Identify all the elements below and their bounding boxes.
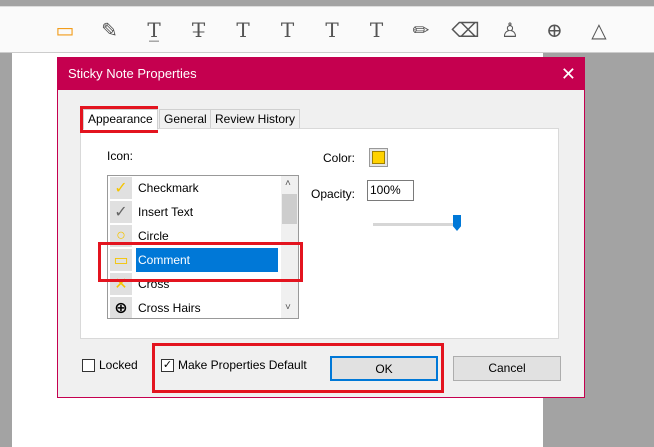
- attach-file-icon[interactable]: ⊕: [540, 15, 570, 45]
- pencil-icon[interactable]: ✏: [406, 15, 436, 45]
- scroll-thumb[interactable]: [282, 194, 297, 224]
- add-text-icon[interactable]: T: [317, 15, 347, 45]
- checkmark-icon: ✓: [110, 177, 132, 199]
- locked-label: Locked: [99, 358, 138, 372]
- tab-appearance[interactable]: Appearance: [83, 109, 158, 130]
- opacity-input[interactable]: 100%: [367, 180, 414, 201]
- strikethrough-text-icon[interactable]: T̶: [184, 15, 214, 45]
- highlight-icon[interactable]: ✎: [95, 15, 125, 45]
- insert-text-icon: ✓: [110, 201, 132, 223]
- scroll-down-icon: ˅: [285, 302, 291, 313]
- icon-list-item[interactable]: ✓ Insert Text: [108, 200, 282, 224]
- insert-text-icon[interactable]: T: [273, 15, 303, 45]
- highlight-comment-item: [98, 242, 303, 282]
- tab-review-history[interactable]: Review History: [210, 109, 301, 129]
- eraser-icon[interactable]: ⌫: [451, 15, 481, 45]
- tab-general[interactable]: General: [159, 109, 212, 129]
- opacity-slider-track[interactable]: [373, 223, 461, 226]
- annotation-toolbar: ▭ ✎ T̲ T̶ T T T T ✏ ⌫ ♙ ⊕ △: [0, 6, 654, 53]
- underline-text-icon[interactable]: T̲: [139, 15, 169, 45]
- sticky-note-icon[interactable]: ▭: [50, 15, 80, 45]
- icon-label: Icon:: [107, 149, 134, 163]
- icon-list-item[interactable]: ⊕ Cross Hairs: [108, 296, 282, 318]
- scroll-up-icon: ˄: [285, 178, 291, 189]
- cross-hairs-icon: ⊕: [110, 297, 132, 318]
- shapes-icon[interactable]: △: [584, 15, 614, 45]
- icon-list-item-label: Cross Hairs: [138, 301, 201, 315]
- opacity-slider-thumb[interactable]: [453, 215, 461, 231]
- text-box-icon[interactable]: T: [362, 15, 392, 45]
- appearance-panel: Icon: ✓ Checkmark ✓ Insert Text ○ Circle ▭ Comm…: [80, 128, 559, 339]
- color-picker[interactable]: [369, 148, 388, 167]
- highlight-default-ok: [152, 343, 444, 393]
- icon-list-item-label: Checkmark: [138, 181, 199, 195]
- color-swatch: [372, 151, 385, 164]
- icon-list-item-label: Circle: [138, 229, 169, 243]
- opacity-label: Opacity:: [311, 187, 356, 201]
- dialog-title: Sticky Note Properties: [58, 58, 584, 90]
- color-label: Color:: [323, 151, 356, 165]
- replace-text-icon[interactable]: T: [228, 15, 258, 45]
- cancel-button[interactable]: Cancel: [453, 356, 561, 381]
- icon-list-item[interactable]: ✓ Checkmark: [108, 176, 282, 200]
- icon-list-item-label: Insert Text: [138, 205, 194, 219]
- locked-checkbox[interactable]: [82, 359, 95, 372]
- close-icon[interactable]: ✕: [561, 58, 576, 90]
- stamp-icon[interactable]: ♙: [495, 15, 525, 45]
